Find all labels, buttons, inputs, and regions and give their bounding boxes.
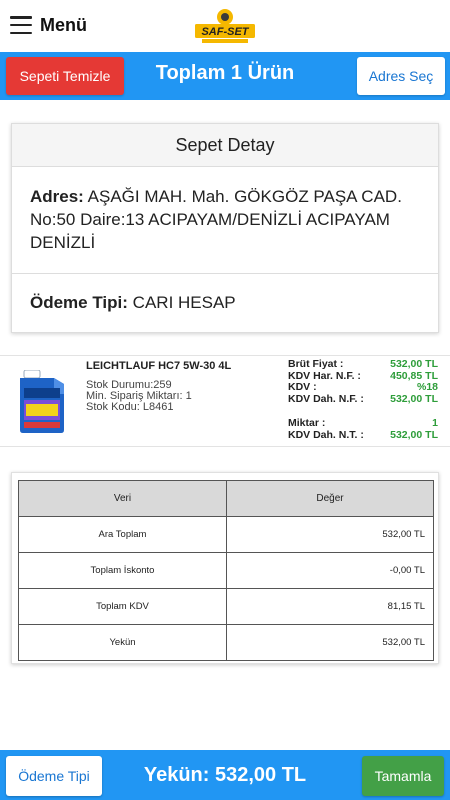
product-name: LEICHTLAUF HC7 5W-30 4L (86, 360, 232, 372)
table-row: Ara Toplam 532,00 TL (18, 516, 434, 553)
price-label: Brüt Fiyat : (288, 358, 344, 370)
price-value: 532,00 TL (390, 358, 438, 370)
cart-detail-card: Sepet Detay Adres: AŞAĞI MAH. Mah. GÖKGÖ… (11, 123, 439, 333)
hamburger-icon (10, 16, 32, 34)
payment-type-info: Ödeme Tipi: CARI HESAP (12, 274, 438, 332)
cart-page: Menü SAF-SET Sepeti Temizle Toplam 1 Ürü… (0, 0, 450, 800)
quantity-label: Miktar : (288, 417, 326, 429)
price-row: KDV : %18 (288, 381, 438, 394)
stock-code: Stok Kodu: L8461 (86, 401, 174, 413)
price-breakdown: Brüt Fiyat : 532,00 TL KDV Har. N.F. : 4… (288, 358, 438, 442)
complete-order-button[interactable]: Tamamla (362, 756, 444, 796)
price-value: 532,00 TL (390, 392, 438, 405)
brand-logo[interactable]: SAF-SET (194, 7, 256, 45)
top-bar: Menü SAF-SET (0, 0, 450, 52)
table-row: Toplam İskonto -0,00 TL (18, 552, 434, 589)
row-label: Ara Toplam (18, 516, 227, 553)
line-total-row: KDV Dah. N.T. : 532,00 TL (288, 428, 438, 442)
product-image (20, 370, 64, 433)
cart-detail-heading: Sepet Detay (12, 124, 438, 167)
address-label: Adres: (30, 187, 84, 206)
order-summary-table: Veri Değer Ara Toplam 532,00 TL Toplam İ… (18, 480, 434, 661)
column-header-value: Değer (226, 480, 434, 517)
line-total-value: 532,00 TL (390, 428, 438, 441)
row-value: 532,00 TL (226, 516, 434, 553)
payment-type-button[interactable]: Ödeme Tipi (6, 756, 102, 796)
payment-type-value: CARI HESAP (132, 293, 236, 312)
delivery-address: Adres: AŞAĞI MAH. Mah. GÖKGÖZ PAŞA CAD. … (12, 167, 438, 274)
bottom-bar: Ödeme Tipi Yekün: 532,00 TL Tamamla (0, 750, 450, 800)
price-row: Brüt Fiyat : 532,00 TL (288, 358, 438, 371)
price-row: KDV Dah. N.F. : 532,00 TL (288, 392, 438, 406)
clear-cart-button[interactable]: Sepeti Temizle (6, 57, 124, 95)
action-bar: Sepeti Temizle Toplam 1 Ürün Adres Seç (0, 52, 450, 100)
menu-label: Menü (40, 14, 87, 35)
address-value: AŞAĞI MAH. Mah. GÖKGÖZ PAŞA CAD. No:50 D… (30, 187, 402, 252)
row-value: -0,00 TL (226, 552, 434, 589)
line-total-label: KDV Dah. N.T. : (288, 428, 364, 441)
quantity-row: Miktar : 1 (288, 417, 438, 430)
table-row: Toplam KDV 81,15 TL (18, 588, 434, 625)
menu-button[interactable]: Menü (10, 12, 87, 38)
row-label: Yekün (18, 624, 227, 661)
price-value: %18 (416, 381, 438, 393)
product-info: Stok Durumu:259 Min. Sipariş Miktarı: 1 … (86, 380, 192, 413)
table-header-row: Veri Değer (18, 480, 434, 517)
row-value: 81,15 TL (226, 588, 434, 625)
price-label: KDV Dah. N.F. : (288, 392, 364, 405)
payment-type-label: Ödeme Tipi: (30, 293, 128, 312)
select-address-button[interactable]: Adres Seç (357, 57, 445, 95)
cart-total-items: Toplam 1 Ürün (155, 62, 295, 84)
order-summary-card: Veri Değer Ara Toplam 532,00 TL Toplam İ… (11, 472, 439, 664)
row-label: Toplam KDV (18, 588, 227, 625)
row-label: Toplam İskonto (18, 552, 227, 589)
table-row: Yekün 532,00 TL (18, 624, 434, 661)
column-header-data: Veri (18, 480, 227, 517)
row-value: 532,00 TL (226, 624, 434, 661)
quantity-value: 1 (432, 417, 438, 429)
price-label: KDV : (288, 381, 317, 393)
grand-total: Yekün: 532,00 TL (143, 764, 307, 786)
logo-text: SAF-SET (201, 26, 249, 38)
cart-item[interactable]: LEICHTLAUF HC7 5W-30 4L Stok Durumu:259 … (0, 355, 450, 447)
